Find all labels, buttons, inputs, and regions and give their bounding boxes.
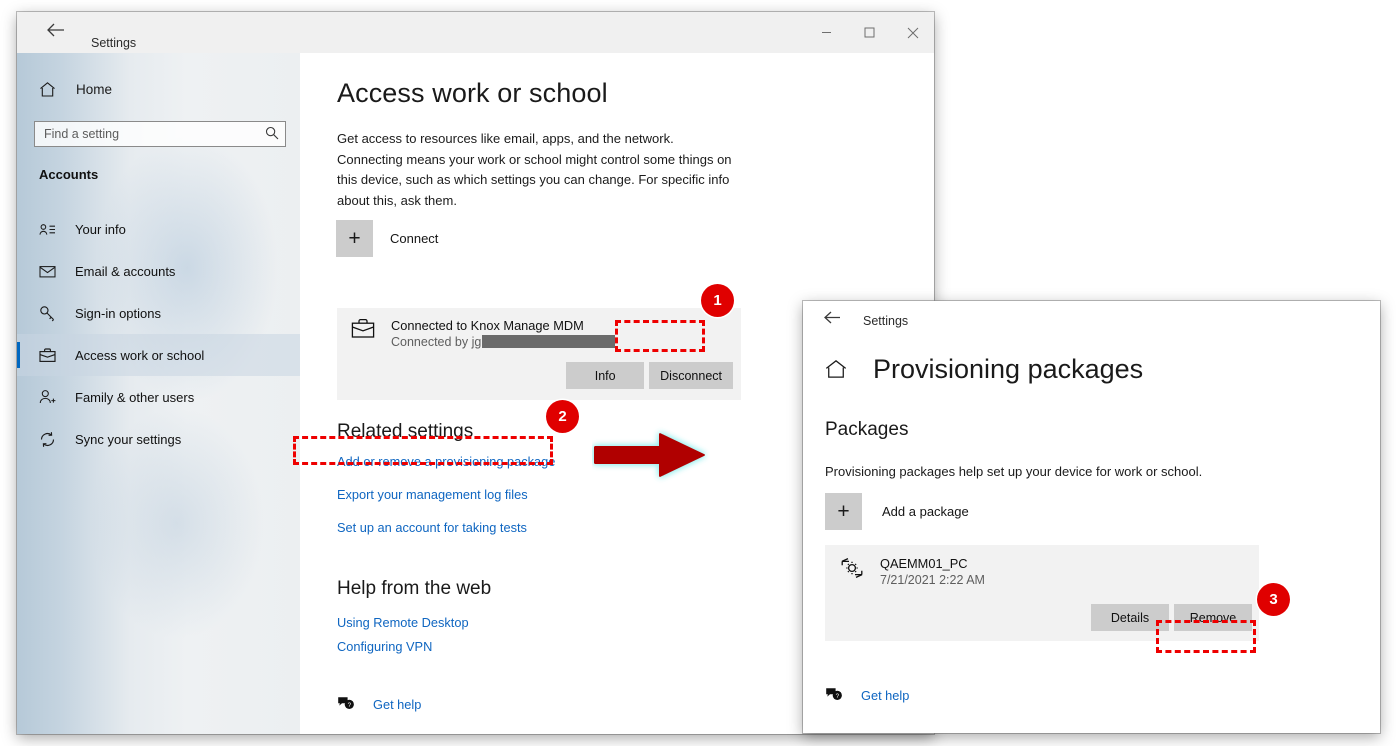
sidebar-nav-list: Your info Email & accounts Sign-in optio…: [17, 208, 300, 460]
sidebar-item-family-other-users[interactable]: Family & other users: [17, 376, 300, 418]
sidebar-item-your-info[interactable]: Your info: [17, 208, 300, 250]
close-icon[interactable]: [891, 12, 934, 53]
sidebar-item-label: Access work or school: [75, 347, 205, 363]
help-bubble-icon: ?: [825, 686, 843, 704]
connected-account-actions: Info Disconnect: [566, 362, 733, 389]
connected-account-subtitle: Connected by jg: [391, 335, 616, 349]
connect-button[interactable]: + Connect: [336, 220, 438, 257]
provisioning-packages-window: Settings Provisioning packages Packages …: [803, 301, 1380, 733]
sidebar-section-label: Accounts: [39, 167, 99, 182]
get-help-row[interactable]: ? Get help: [337, 695, 421, 713]
sidebar-item-label: Family & other users: [75, 389, 195, 405]
window2-title: Settings: [863, 314, 909, 328]
sidebar-item-label: Your info: [75, 221, 126, 237]
disconnect-button[interactable]: Disconnect: [649, 362, 733, 389]
sync-icon: [39, 431, 56, 448]
settings-sidebar: Home Accounts: [17, 53, 300, 734]
search-input[interactable]: [35, 127, 259, 141]
home-icon[interactable]: [825, 359, 847, 381]
page-title: Provisioning packages: [873, 354, 1144, 384]
step-badge-2: 2: [546, 400, 579, 433]
connected-account-card[interactable]: Connected to Knox Manage MDM Connected b…: [337, 308, 741, 400]
set-up-account-taking-tests-link[interactable]: Set up an account for taking tests: [337, 520, 527, 535]
sidebar-item-email-accounts[interactable]: Email & accounts: [17, 250, 300, 292]
remove-button[interactable]: Remove: [1174, 604, 1252, 631]
details-button[interactable]: Details: [1091, 604, 1169, 631]
briefcase-icon: [39, 347, 56, 364]
briefcase-icon: [351, 318, 375, 342]
provisioning-packages-header: Provisioning packages: [825, 354, 1143, 385]
package-list-item[interactable]: QAEMM01_PC 7/21/2021 2:22 AM Details Rem…: [825, 545, 1259, 641]
svg-text:?: ?: [348, 702, 352, 709]
key-icon: [39, 305, 56, 322]
info-button[interactable]: Info: [566, 362, 645, 389]
sidebar-item-access-work-or-school[interactable]: Access work or school: [17, 334, 300, 376]
using-remote-desktop-link[interactable]: Using Remote Desktop: [337, 615, 469, 630]
connected-account-text: Connected to Knox Manage MDM Connected b…: [391, 318, 616, 349]
package-timestamp: 7/21/2021 2:22 AM: [880, 573, 985, 587]
get-help-row[interactable]: ? Get help: [825, 686, 909, 704]
envelope-icon: [39, 263, 56, 280]
help-bubble-icon: ?: [337, 695, 355, 713]
sidebar-item-label: Sync your settings: [75, 431, 182, 447]
sidebar-item-label: Email & accounts: [75, 263, 176, 279]
window1-title: Settings: [91, 36, 137, 50]
sidebar-item-home[interactable]: Home: [39, 81, 112, 98]
get-help-label: Get help: [861, 687, 910, 703]
search-setting-box[interactable]: [34, 121, 286, 147]
step-badge-3: 3: [1257, 583, 1290, 616]
add-a-package-button[interactable]: + Add a package: [825, 493, 969, 530]
window-controls: [805, 12, 934, 53]
connected-account-title: Connected to Knox Manage MDM: [391, 318, 584, 333]
packages-heading: Packages: [825, 419, 909, 440]
sidebar-item-sync-your-settings[interactable]: Sync your settings: [17, 418, 300, 460]
home-icon: [39, 81, 56, 98]
contact-card-icon: [39, 221, 56, 238]
maximize-icon[interactable]: [848, 12, 891, 53]
redaction-bar: [482, 335, 616, 348]
page-description: Get access to resources like email, apps…: [337, 131, 732, 208]
export-management-log-files-link[interactable]: Export your management log files: [337, 487, 528, 502]
get-help-label: Get help: [373, 696, 422, 712]
page-title: Access work or school: [337, 78, 608, 108]
add-or-remove-provisioning-package-link[interactable]: Add or remove a provisioning package: [337, 454, 555, 469]
step-badge-1: 1: [701, 284, 734, 317]
person-add-icon: [39, 389, 56, 406]
connected-account-header: Connected to Knox Manage MDM Connected b…: [351, 318, 616, 349]
screenshot-root: Settings Home Find a setting Accounts Yo…: [0, 0, 1396, 746]
add-a-package-label: Add a package: [882, 504, 969, 519]
package-header: QAEMM01_PC 7/21/2021 2:22 AM: [839, 556, 985, 587]
help-from-web-heading: Help from the web: [337, 578, 492, 599]
provisioning-package-icon: [839, 556, 865, 582]
settings-window-accounts: Settings Home Find a setting Accounts Yo…: [17, 12, 934, 734]
sidebar-item-sign-in-options[interactable]: Sign-in options: [17, 292, 300, 334]
package-name: QAEMM01_PC: [880, 556, 968, 571]
package-actions: Details Remove: [1091, 604, 1252, 631]
configuring-vpn-link[interactable]: Configuring VPN: [337, 639, 432, 654]
flow-arrow-icon: [592, 424, 710, 486]
minimize-icon[interactable]: [805, 12, 848, 53]
connected-by-text: Connected by jg: [391, 335, 482, 349]
search-icon: [259, 126, 285, 143]
packages-description: Provisioning packages help set up your d…: [825, 464, 1203, 479]
plus-icon: +: [336, 220, 373, 257]
back-arrow-icon[interactable]: [43, 22, 67, 44]
window1-titlebar: Settings: [17, 12, 934, 53]
sidebar-item-label: Sign-in options: [75, 305, 161, 321]
back-arrow-icon[interactable]: [821, 310, 843, 330]
plus-icon: +: [825, 493, 862, 530]
svg-text:?: ?: [836, 693, 840, 700]
sidebar-home-label: Home: [76, 82, 113, 97]
connect-label: Connect: [390, 231, 439, 246]
window2-titlebar: Settings: [803, 301, 1380, 338]
related-settings-heading: Related settings: [337, 421, 474, 442]
package-text: QAEMM01_PC 7/21/2021 2:22 AM: [880, 556, 985, 587]
